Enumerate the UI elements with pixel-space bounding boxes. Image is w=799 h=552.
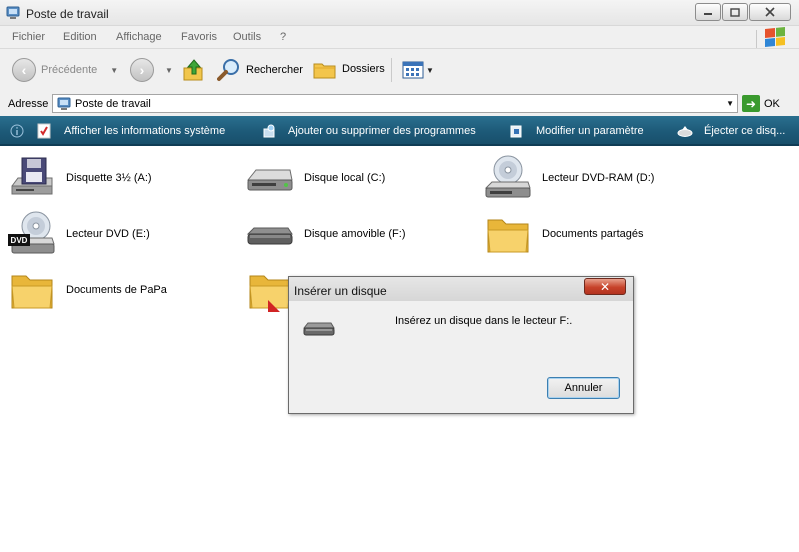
menu-view[interactable]: Affichage bbox=[116, 31, 162, 43]
menu-edit[interactable]: Edition bbox=[63, 31, 97, 43]
search-button[interactable]: Rechercher bbox=[217, 58, 303, 82]
toolbar-divider bbox=[391, 58, 392, 82]
task-system-info[interactable]: Afficher les informations système bbox=[36, 116, 225, 146]
search-label: Rechercher bbox=[246, 64, 303, 76]
go-button[interactable]: ➜ OK bbox=[742, 95, 780, 112]
folder-label: Documents de PaPa bbox=[66, 284, 167, 296]
address-input[interactable]: Poste de travail ▼ bbox=[52, 94, 738, 113]
removable-disk-icon bbox=[246, 227, 293, 245]
back-arrow-icon: ‹ bbox=[12, 58, 36, 82]
folders-icon bbox=[313, 63, 336, 79]
maximize-button[interactable] bbox=[722, 3, 748, 21]
address-value: Poste de travail bbox=[75, 98, 151, 110]
close-icon bbox=[765, 7, 775, 17]
task-label: Modifier un paramètre bbox=[536, 125, 644, 137]
eject-icon bbox=[677, 123, 693, 139]
dialog-close-button[interactable]: ✕ bbox=[584, 278, 626, 295]
cancel-button[interactable]: Annuler bbox=[547, 377, 620, 399]
drive-label: Lecteur DVD (E:) bbox=[66, 228, 150, 240]
info-icon bbox=[10, 116, 24, 146]
menu-divider bbox=[756, 30, 757, 48]
title-bar: Poste de travail bbox=[0, 0, 799, 26]
insert-disk-dialog: Insérer un disque ✕ Insérez un disque da… bbox=[288, 276, 634, 414]
folders-label: Dossiers bbox=[342, 63, 385, 75]
floppy-drive-icon bbox=[11, 157, 53, 195]
maximize-icon bbox=[730, 7, 740, 17]
forward-arrow-icon: › bbox=[130, 58, 154, 82]
address-label: Adresse bbox=[8, 98, 49, 110]
svg-text:DVD: DVD bbox=[11, 236, 28, 245]
windows-logo-icon bbox=[765, 26, 785, 48]
minimize-icon bbox=[704, 13, 712, 15]
task-label: Afficher les informations système bbox=[64, 125, 226, 137]
back-dropdown-icon[interactable]: ▼ bbox=[110, 66, 118, 75]
go-label: OK bbox=[764, 97, 780, 110]
folder-icon bbox=[249, 275, 291, 312]
views-button[interactable]: ▼ bbox=[402, 61, 434, 79]
back-button[interactable]: ‹ Précédente ▼ bbox=[12, 58, 118, 82]
task-eject-disk[interactable]: Éjecter ce disq... bbox=[677, 116, 785, 146]
minimize-button[interactable] bbox=[695, 3, 721, 21]
go-arrow-icon: ➜ bbox=[742, 95, 760, 112]
folder-label: Documents partagés bbox=[542, 228, 644, 240]
menu-bar: Fichier Edition Affichage Favoris Outils… bbox=[0, 26, 799, 48]
menu-help[interactable]: ? bbox=[280, 31, 286, 43]
task-label: Éjecter ce disq... bbox=[704, 125, 786, 137]
window-title: Poste de travail bbox=[26, 7, 109, 21]
hard-disk-icon bbox=[246, 169, 293, 191]
drive-label: Disque amovible (F:) bbox=[304, 228, 406, 240]
up-folder-icon bbox=[183, 59, 203, 81]
control-panel-icon bbox=[509, 123, 525, 139]
tasks-bar: Afficher les informations système Ajoute… bbox=[0, 116, 799, 146]
drive-item-dvd-ram[interactable]: Lecteur DVD-RAM (D:) bbox=[484, 154, 654, 202]
close-icon: ✕ bbox=[599, 279, 611, 294]
folder-item-shared-documents[interactable]: Documents partagés bbox=[484, 210, 644, 258]
back-label: Précédente bbox=[41, 64, 98, 76]
close-window-button[interactable] bbox=[749, 3, 791, 21]
folder-icon bbox=[11, 275, 53, 309]
drive-item-local-disk[interactable]: Disque local (C:) bbox=[246, 154, 385, 202]
menu-favorites[interactable]: Favoris bbox=[181, 31, 217, 43]
search-icon bbox=[217, 59, 239, 81]
task-add-remove-programs[interactable]: Ajouter ou supprimer des programmes bbox=[262, 116, 476, 146]
drive-item-floppy[interactable]: Disquette 3½ (A:) bbox=[8, 154, 152, 202]
forward-dropdown-icon[interactable]: ▼ bbox=[165, 66, 173, 75]
folder-item-hidden[interactable] bbox=[246, 266, 294, 314]
address-bar: Adresse Poste de travail ▼ ➜ OK bbox=[0, 92, 799, 116]
menu-tools[interactable]: Outils bbox=[233, 31, 261, 43]
folders-button[interactable]: Dossiers bbox=[313, 58, 385, 80]
address-dropdown-icon[interactable]: ▼ bbox=[726, 99, 734, 108]
dvd-drive-icon: DVD bbox=[8, 211, 55, 254]
computer-icon bbox=[6, 6, 20, 19]
removable-disk-icon bbox=[303, 322, 335, 336]
task-change-setting[interactable]: Modifier un paramètre bbox=[509, 116, 644, 146]
menu-file[interactable]: Fichier bbox=[12, 31, 45, 43]
drive-item-dvd[interactable]: DVD Lecteur DVD (E:) bbox=[8, 210, 150, 258]
system-info-icon bbox=[36, 123, 52, 139]
views-dropdown-icon[interactable]: ▼ bbox=[426, 66, 434, 75]
drive-label: Disquette 3½ (A:) bbox=[66, 172, 152, 184]
folder-icon bbox=[487, 219, 529, 253]
toolbar: ‹ Précédente ▼ › ▼ Rechercher Dossiers ▼ bbox=[0, 48, 799, 92]
computer-icon bbox=[57, 97, 71, 110]
dialog-title-bar: Insérer un disque ✕ bbox=[289, 277, 633, 301]
add-remove-programs-icon bbox=[262, 123, 278, 139]
drive-label: Lecteur DVD-RAM (D:) bbox=[542, 172, 655, 184]
drive-item-removable[interactable]: Disque amovible (F:) bbox=[246, 210, 405, 258]
drive-label: Disque local (C:) bbox=[304, 172, 386, 184]
forward-button[interactable]: › ▼ bbox=[130, 58, 173, 82]
task-label: Ajouter ou supprimer des programmes bbox=[288, 125, 476, 137]
dvd-ram-drive-icon bbox=[484, 155, 531, 198]
dialog-message: Insérez un disque dans le lecteur F:. bbox=[395, 315, 573, 327]
folder-item-papa-documents[interactable]: Documents de PaPa bbox=[8, 266, 167, 314]
view-mode-icon bbox=[402, 61, 424, 79]
dialog-title: Insérer un disque bbox=[294, 284, 387, 298]
up-folder-button[interactable] bbox=[183, 58, 205, 82]
